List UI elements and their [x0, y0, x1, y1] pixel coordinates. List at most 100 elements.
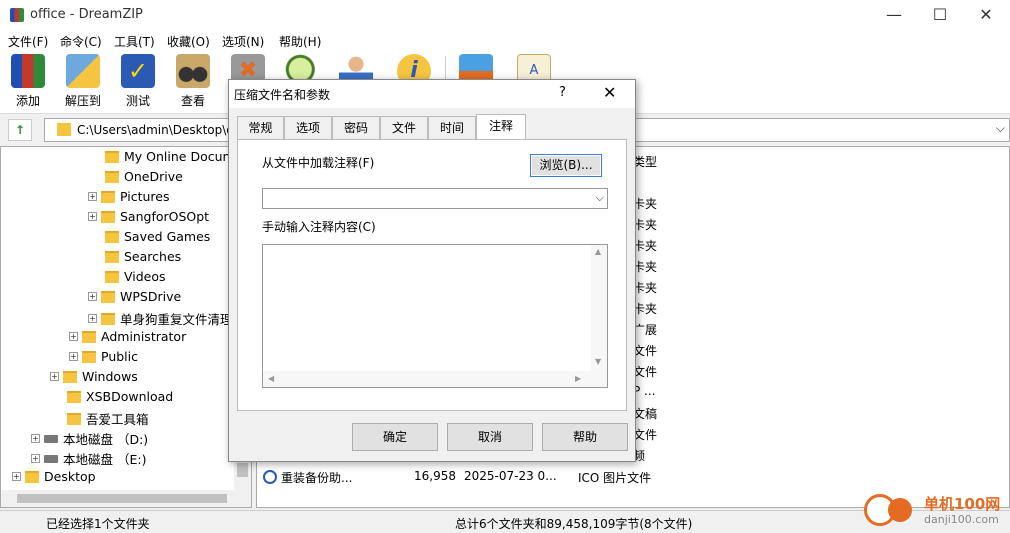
expand-icon[interactable]: + — [50, 372, 59, 381]
watermark-dot-icon — [888, 498, 912, 522]
test-label: 测试 — [125, 94, 150, 108]
expand-icon[interactable]: + — [31, 454, 40, 463]
tree-item-drive-d[interactable]: + 本地磁盘 （D:) — [31, 429, 148, 449]
add-archive-icon — [11, 54, 45, 88]
load-comment-label: 从文件中加载注释(F) — [262, 156, 375, 170]
ok-button[interactable]: 确定 — [352, 423, 438, 451]
tree-item-desktop[interactable]: + Desktop — [12, 469, 96, 489]
tree-horizontal-scrollbar[interactable] — [1, 490, 251, 507]
menu-bar: 文件(F) 命令(C) 工具(T) 收藏(O) 选项(N) 帮助(H) — [0, 30, 1010, 50]
comment-file-combo[interactable]: ⌵ — [262, 188, 608, 209]
expand-icon[interactable]: + — [88, 212, 97, 221]
chevron-down-icon[interactable]: ⌵ — [996, 121, 1005, 136]
dialog-title-bar: 压缩文件名和参数 ? ✕ — [229, 80, 635, 108]
scroll-left-icon[interactable]: ◀ — [268, 374, 274, 383]
extract-button[interactable]: 解压到 — [57, 54, 109, 112]
tree-item-52pojie-toolbox[interactable]: 吾爱工具箱 — [67, 409, 149, 429]
watermark-url: danji100.com — [924, 513, 999, 526]
menu-options[interactable]: 选项(N) — [222, 33, 264, 50]
tree-item-xsbdownload[interactable]: XSBDownload — [67, 389, 173, 409]
view-button[interactable]: 查看 — [167, 54, 219, 112]
menu-help[interactable]: 帮助(H) — [279, 33, 321, 50]
table-row[interactable]: 重装备份助... 16,958 2025-07-23 0... ICO 图片文件 — [257, 467, 1009, 487]
tab-general[interactable]: 常规 — [237, 116, 284, 140]
expand-icon[interactable]: + — [88, 192, 97, 201]
tab-comment[interactable]: 注释 — [476, 114, 526, 140]
dialog-close-button[interactable]: ✕ — [603, 83, 616, 102]
chevron-down-icon[interactable]: ⌵ — [596, 191, 604, 205]
tree-item-pictures[interactable]: + Pictures — [88, 189, 170, 209]
file-date: 2025-07-23 0... — [464, 469, 557, 483]
dialog-help-button[interactable]: ? — [559, 85, 566, 100]
help-button[interactable]: 帮助 — [542, 423, 628, 451]
menu-favorites[interactable]: 收藏(O) — [167, 33, 210, 50]
close-button[interactable]: ✕ — [963, 0, 1009, 30]
scrollbar-thumb[interactable] — [237, 463, 248, 477]
tree-item-windows[interactable]: + Windows — [50, 369, 138, 389]
expand-icon[interactable]: + — [88, 292, 97, 301]
folder-icon — [82, 330, 96, 343]
tree-item-administrator[interactable]: + Administrator — [69, 329, 186, 349]
tree-item-onedrive[interactable]: OneDrive — [105, 169, 183, 189]
expand-icon[interactable]: + — [69, 332, 78, 341]
tab-options[interactable]: 选项 — [284, 116, 332, 140]
up-folder-button[interactable]: ↑ — [8, 119, 32, 141]
scroll-right-icon[interactable]: ▶ — [575, 374, 581, 383]
tree-item-public[interactable]: + Public — [69, 349, 138, 369]
status-total: 总计6个文件夹和89,458,109字节(8个文件) — [455, 517, 693, 531]
test-button[interactable]: ✓ 测试 — [112, 54, 164, 112]
expand-icon[interactable]: + — [31, 434, 40, 443]
type-cell: 卡夹 — [633, 260, 658, 274]
tree-label: Searches — [124, 249, 182, 264]
add-button[interactable]: 添加 — [2, 54, 54, 112]
comment-textarea[interactable]: ▲ ▼ ◀ ▶ — [262, 244, 608, 388]
tree-item-wpsdrive[interactable]: + WPSDrive — [88, 289, 181, 309]
menu-tools[interactable]: 工具(T) — [114, 33, 155, 50]
scroll-up-icon[interactable]: ▲ — [595, 247, 601, 256]
maximize-button[interactable]: ☐ — [917, 0, 963, 30]
column-header-type[interactable]: 类型 — [633, 153, 657, 170]
cancel-button[interactable]: 取消 — [447, 423, 533, 451]
app-icon — [10, 8, 24, 22]
tree-label: Administrator — [101, 329, 187, 344]
title-bar: office - DreamZIP — ☐ ✕ — [0, 0, 1010, 30]
expand-icon[interactable]: + — [12, 472, 21, 481]
tree-item-searches[interactable]: Searches — [105, 249, 181, 269]
folder-icon — [67, 390, 81, 403]
textarea-horizontal-scrollbar[interactable]: ◀ ▶ — [263, 371, 607, 387]
browse-button[interactable]: 浏览(B)... — [530, 154, 602, 177]
folder-icon — [67, 412, 81, 425]
tree-label: XSBDownload — [86, 389, 174, 404]
folder-icon — [57, 123, 71, 136]
tree-item-my-online-docs[interactable]: My Online Docume — [105, 149, 242, 169]
tree-item-dedupe-tool[interactable]: + 单身狗重复文件清理 — [88, 309, 233, 329]
tree-item-sangforosopt[interactable]: + SangforOSOpt — [88, 209, 209, 229]
tree-item-videos[interactable]: Videos — [105, 269, 166, 289]
menu-command[interactable]: 命令(C) — [60, 33, 102, 50]
tree-item-drive-e[interactable]: + 本地磁盘 （E:) — [31, 449, 146, 469]
scroll-down-icon[interactable]: ▼ — [595, 357, 601, 366]
tree-label: 本地磁盘 （E:) — [63, 452, 147, 467]
manual-comment-label: 手动输入注释内容(C) — [262, 220, 376, 234]
minimize-button[interactable]: — — [871, 0, 917, 30]
expand-icon[interactable]: + — [69, 352, 78, 361]
menu-file[interactable]: 文件(F) — [8, 33, 48, 50]
tree-label: Pictures — [120, 189, 170, 204]
watermark-title: 单机100网 — [924, 495, 1001, 513]
view-icon — [176, 54, 210, 88]
folder-tree[interactable]: My Online Docume OneDrive + Pictures + San… — [0, 146, 252, 508]
view-label: 查看 — [180, 94, 205, 108]
tree-item-saved-games[interactable]: Saved Games — [105, 229, 210, 249]
extract-label: 解压到 — [64, 94, 101, 108]
textarea-vertical-scrollbar[interactable]: ▲ ▼ — [591, 245, 607, 371]
expand-icon[interactable]: + — [88, 314, 97, 323]
tab-files[interactable]: 文件 — [380, 116, 428, 140]
dialog-title: 压缩文件名和参数 — [234, 88, 331, 102]
scrollbar-thumb[interactable] — [17, 494, 227, 503]
type-cell: 广展 — [633, 323, 658, 337]
tab-time[interactable]: 时间 — [428, 116, 476, 140]
address-path: C:\Users\admin\Desktop\o — [77, 123, 234, 137]
tab-password[interactable]: 密码 — [332, 116, 380, 140]
tree-label: WPSDrive — [120, 289, 182, 304]
status-bar: 已经选择1个文件夹 总计6个文件夹和89,458,109字节(8个文件) — [0, 510, 1010, 533]
